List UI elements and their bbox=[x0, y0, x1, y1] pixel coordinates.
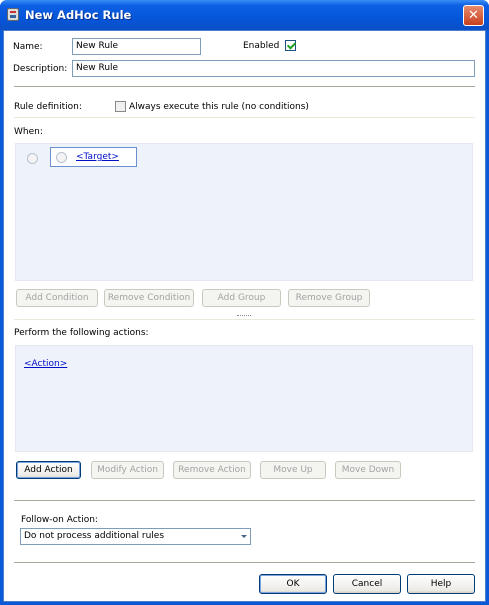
when-label: When: bbox=[14, 127, 43, 137]
enabled-label: Enabled bbox=[243, 41, 280, 51]
move-down-button[interactable]: Move Down bbox=[335, 461, 401, 479]
description-label: Description: bbox=[13, 64, 68, 74]
conditions-panel: <Target> bbox=[15, 143, 473, 281]
action-link[interactable]: <Action> bbox=[24, 359, 67, 369]
radio-icon[interactable] bbox=[56, 152, 67, 163]
separator bbox=[14, 562, 475, 564]
separator bbox=[14, 500, 475, 502]
add-action-button[interactable]: Add Action bbox=[16, 461, 81, 479]
description-field[interactable]: New Rule bbox=[72, 60, 475, 77]
target-link[interactable]: <Target> bbox=[76, 152, 119, 162]
dropdown-arrow-icon[interactable] bbox=[241, 535, 247, 538]
move-up-button[interactable]: Move Up bbox=[260, 461, 326, 479]
remove-action-button[interactable]: Remove Action bbox=[173, 461, 251, 479]
name-field[interactable]: New Rule bbox=[72, 38, 201, 55]
modify-action-button[interactable]: Modify Action bbox=[91, 461, 164, 479]
dialog-window: New AdHoc Rule ✕ Name: New Rule Enabled … bbox=[0, 0, 489, 605]
actions-panel: <Action> bbox=[15, 345, 473, 452]
add-condition-button[interactable]: Add Condition bbox=[16, 289, 98, 307]
radio-icon[interactable] bbox=[27, 153, 38, 164]
app-icon bbox=[7, 8, 19, 21]
follow-on-label: Follow-on Action: bbox=[21, 515, 98, 525]
name-label: Name: bbox=[13, 42, 43, 52]
dialog-body: Name: New Rule Enabled Description: New … bbox=[3, 30, 486, 602]
cancel-button[interactable]: Cancel bbox=[333, 574, 401, 594]
always-execute-checkbox[interactable] bbox=[115, 101, 126, 112]
remove-group-button[interactable]: Remove Group bbox=[288, 289, 370, 307]
follow-on-selected: Do not process additional rules bbox=[24, 531, 165, 541]
always-execute-label: Always execute this rule (no conditions) bbox=[129, 102, 309, 112]
ok-button[interactable]: OK bbox=[259, 574, 327, 594]
window-title: New AdHoc Rule bbox=[25, 8, 132, 22]
enabled-checkbox[interactable] bbox=[285, 40, 296, 51]
close-icon[interactable]: ✕ bbox=[463, 5, 484, 26]
help-button[interactable]: Help bbox=[407, 574, 475, 594]
actions-label: Perform the following actions: bbox=[14, 328, 149, 338]
splitter-grip[interactable] bbox=[237, 315, 251, 317]
title-bar[interactable]: New AdHoc Rule ✕ bbox=[0, 0, 489, 30]
rule-definition-label: Rule definition: bbox=[14, 102, 82, 112]
remove-condition-button[interactable]: Remove Condition bbox=[104, 289, 194, 307]
add-group-button[interactable]: Add Group bbox=[202, 289, 281, 307]
divider bbox=[14, 117, 475, 118]
separator bbox=[14, 86, 475, 88]
target-condition-box: <Target> bbox=[50, 147, 137, 167]
follow-on-select[interactable]: Do not process additional rules bbox=[20, 528, 251, 545]
divider bbox=[14, 319, 475, 320]
